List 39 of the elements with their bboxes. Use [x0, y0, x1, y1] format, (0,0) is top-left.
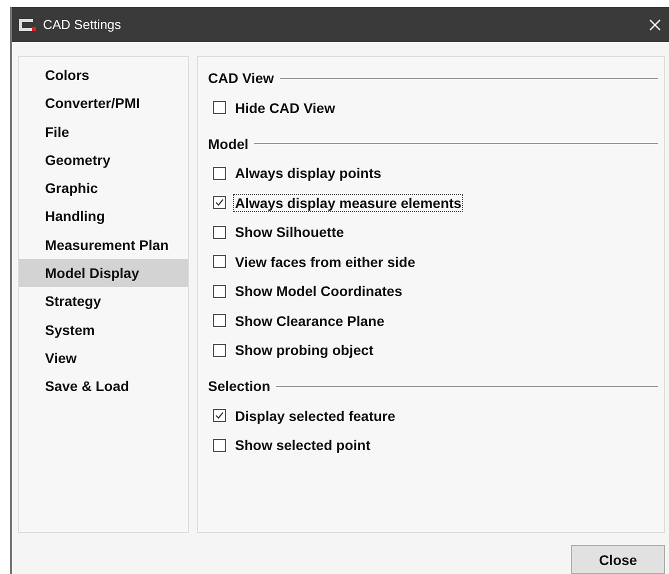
checkbox[interactable]	[213, 196, 226, 210]
category-item[interactable]: Geometry	[19, 146, 188, 174]
category-item[interactable]: Graphic	[19, 174, 188, 202]
window-title: CAD Settings	[43, 17, 122, 32]
category-item[interactable]: Colors	[19, 61, 188, 90]
category-item[interactable]: System	[19, 316, 188, 344]
checkbox[interactable]	[213, 438, 226, 452]
checkbox[interactable]	[213, 314, 226, 328]
checkbox-label[interactable]: Show Clearance Plane	[233, 312, 386, 330]
checkbox-label[interactable]: Show Silhouette	[233, 223, 346, 242]
category-item[interactable]: Converter/PMI	[19, 89, 188, 118]
checkbox-label[interactable]: Always display measure elements	[233, 194, 464, 212]
checkbox[interactable]	[213, 255, 226, 268]
section-heading: CAD View	[208, 70, 274, 86]
checkbox-label[interactable]: Show Model Coordinates	[233, 282, 404, 300]
checkbox-label[interactable]: Always display points	[233, 164, 384, 182]
category-item[interactable]: View	[19, 344, 188, 372]
section-heading: Selection	[208, 378, 270, 394]
category-item[interactable]: Handling	[19, 202, 188, 231]
checkbox[interactable]	[213, 226, 226, 239]
close-icon[interactable]	[649, 18, 661, 30]
checkbox[interactable]	[213, 101, 226, 114]
checkbox-label[interactable]: Show selected point	[233, 436, 372, 454]
checkbox[interactable]	[213, 284, 226, 298]
category-item[interactable]: Strategy	[19, 287, 188, 316]
checkbox-label[interactable]: View faces from either side	[233, 252, 418, 271]
checkbox[interactable]	[213, 409, 226, 422]
checkbox-label[interactable]: Show probing object	[233, 341, 376, 360]
category-item[interactable]: Model Display	[19, 259, 188, 288]
checkbox[interactable]	[213, 344, 226, 357]
checkbox-label[interactable]: Hide CAD View	[233, 98, 338, 117]
checkbox-label[interactable]: Display selected feature	[233, 406, 398, 425]
checkbox[interactable]	[213, 166, 226, 180]
category-item[interactable]: File	[19, 118, 188, 146]
app-logo-icon	[17, 18, 37, 30]
category-item[interactable]: Save & Load	[19, 372, 188, 401]
category-item[interactable]: Measurement Plan	[19, 230, 188, 260]
section-heading: Model	[208, 136, 248, 152]
close-button[interactable]: Close	[571, 545, 665, 574]
